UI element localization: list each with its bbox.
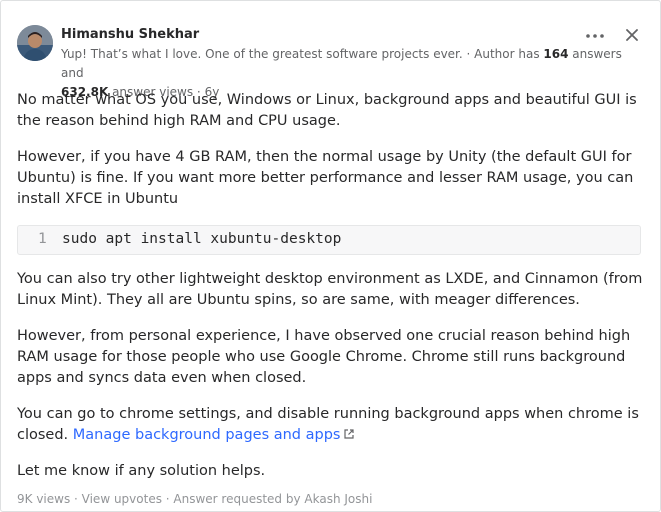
answer-paragraph-1: No matter what OS you use, Windows or Li… [17, 92, 637, 129]
views-count-label: 9K views [17, 492, 71, 506]
more-options-button[interactable] [583, 27, 607, 45]
code-line-number: 1 [38, 231, 47, 247]
link-label[interactable]: Manage background pages and apps [73, 427, 341, 443]
close-button[interactable] [622, 25, 642, 45]
requested-by-label: Answer requested by [173, 492, 305, 506]
answer-paragraph-4: However, from personal experience, I hav… [17, 328, 631, 386]
answer-paragraph-3: You can also try other lightweight deskt… [17, 271, 643, 308]
close-icon [626, 29, 638, 41]
external-link-icon [344, 429, 355, 439]
code-block: 1 sudo apt install xubuntu-desktop [17, 225, 641, 255]
answer-footer: 9K views · View upvotes · Answer request… [17, 492, 372, 506]
view-upvotes-link[interactable]: View upvotes [82, 492, 162, 506]
code-line: sudo apt install xubuntu-desktop [62, 231, 342, 247]
author-avatar[interactable] [17, 25, 53, 61]
answer-card: Himanshu Shekhar Yup! That’s what I love… [0, 0, 661, 512]
footer-separator: · [161, 492, 174, 506]
footer-separator: · [70, 492, 82, 506]
answer-paragraph-2: However, if you have 4 GB RAM, then the … [17, 149, 634, 207]
manage-background-pages-link[interactable]: Manage background pages and apps [73, 427, 356, 443]
requester-link[interactable]: Akash Joshi [304, 492, 372, 506]
answer-paragraph-6: Let me know if any solution helps. [17, 463, 266, 479]
author-name[interactable]: Himanshu Shekhar [61, 27, 199, 42]
avatar-image [17, 25, 53, 61]
more-options-icon [586, 34, 604, 38]
answer-paragraph-5: You can go to chrome settings, and disab… [17, 404, 645, 446]
answers-count: 164 [543, 47, 569, 61]
credential-text: Yup! That’s what I love. One of the grea… [61, 47, 544, 61]
